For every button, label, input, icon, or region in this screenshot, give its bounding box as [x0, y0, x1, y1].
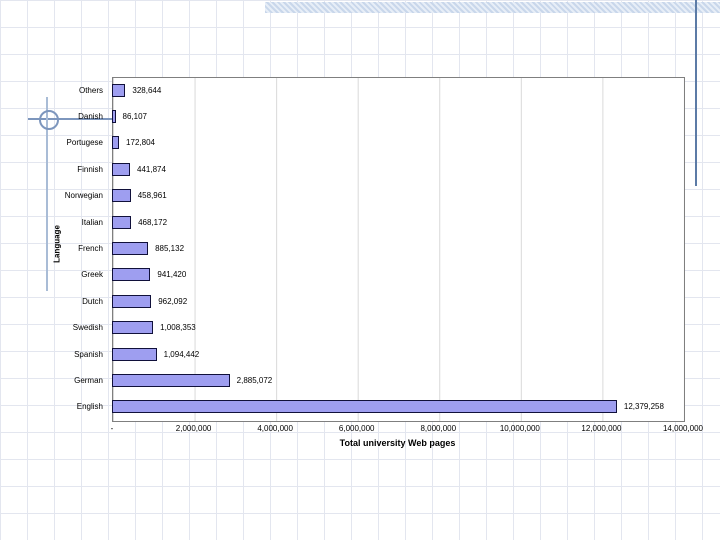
value-label: 2,885,072 [236, 375, 273, 385]
value-label: 458,961 [137, 191, 167, 201]
bar-row: 941,420 [112, 262, 683, 288]
value-label: 885,132 [155, 244, 185, 254]
category-label: Portugese [66, 138, 103, 148]
bar-row: 172,804 [112, 130, 683, 156]
bar [112, 189, 131, 203]
value-label: 86,107 [122, 112, 147, 122]
right-accent-line-decoration [695, 0, 697, 186]
value-label: 172,804 [126, 138, 155, 148]
category-label: Swedish [72, 323, 103, 333]
category-label: German [74, 375, 103, 385]
bar-row: 962,092 [112, 288, 683, 314]
category-label: Norwegian [64, 191, 103, 201]
bar [112, 242, 149, 256]
bar-row: 1,094,442 [112, 341, 683, 367]
bar-row: 1,008,353 [112, 315, 683, 341]
category-label: Spanish [74, 349, 103, 359]
value-label: 441,874 [137, 164, 166, 174]
bar-row: 86,107 [112, 103, 683, 129]
category-label: Dutch [82, 296, 103, 306]
x-axis-title: Total university Web pages [339, 438, 456, 448]
x-tick-label: 2,000,000 [175, 424, 212, 433]
bar [112, 136, 120, 150]
value-label: 328,644 [132, 85, 162, 95]
bar [112, 215, 132, 229]
bar [112, 373, 230, 387]
bar [112, 400, 617, 414]
bar-row: 12,379,258 [112, 394, 683, 420]
x-tick-label: 6,000,000 [338, 424, 375, 433]
top-hatch-band-decoration [265, 2, 720, 13]
slide-canvas[interactable]: Others Danish Portugese Finnish Norwegian Ita… [0, 0, 720, 540]
bar [112, 321, 154, 335]
category-label: Others [78, 85, 103, 95]
bar-row: 468,172 [112, 209, 683, 235]
x-axis-ticks: - 2,000,000 4,000,000 6,000,000 8,000,000 10,… [0, 424, 720, 436]
x-tick-label: - [110, 424, 114, 433]
bar [112, 83, 126, 97]
bar [112, 347, 157, 361]
bar [112, 294, 152, 308]
bar-row: 885,132 [112, 235, 683, 261]
category-label: Finnish [77, 164, 103, 174]
value-label: 1,094,442 [163, 349, 200, 359]
category-label: Italian [81, 217, 103, 227]
category-label: Danish [78, 112, 103, 122]
category-label: Greek [81, 270, 103, 280]
bar-row: 441,874 [112, 156, 683, 182]
bar [112, 268, 151, 282]
x-tick-label: 10,000,000 [499, 424, 540, 433]
x-tick-label: 14,000,000 [662, 424, 704, 433]
value-label: 12,379,258 [623, 402, 664, 412]
bar-rows: 328,644 86,107 172,804 441,874 458,961 468,17… [112, 77, 683, 420]
bar-row: 2,885,072 [112, 367, 683, 393]
value-label: 1,008,353 [160, 323, 196, 333]
bar-row: 458,961 [112, 183, 683, 209]
category-label: English [76, 402, 103, 412]
bar [112, 162, 131, 176]
x-tick-label: 12,000,000 [581, 424, 622, 433]
category-label: French [78, 244, 103, 254]
x-tick-label: 8,000,000 [420, 424, 457, 433]
value-label: 941,420 [157, 270, 187, 280]
bar [112, 110, 116, 124]
bar-row: 328,644 [112, 77, 683, 103]
value-label: 468,172 [138, 217, 168, 227]
category-labels: Others Danish Portugese Finnish Norwegian Ita… [20, 77, 108, 420]
x-tick-label: 4,000,000 [257, 424, 293, 433]
value-label: 962,092 [158, 296, 188, 306]
y-axis-title: Language [52, 225, 62, 263]
